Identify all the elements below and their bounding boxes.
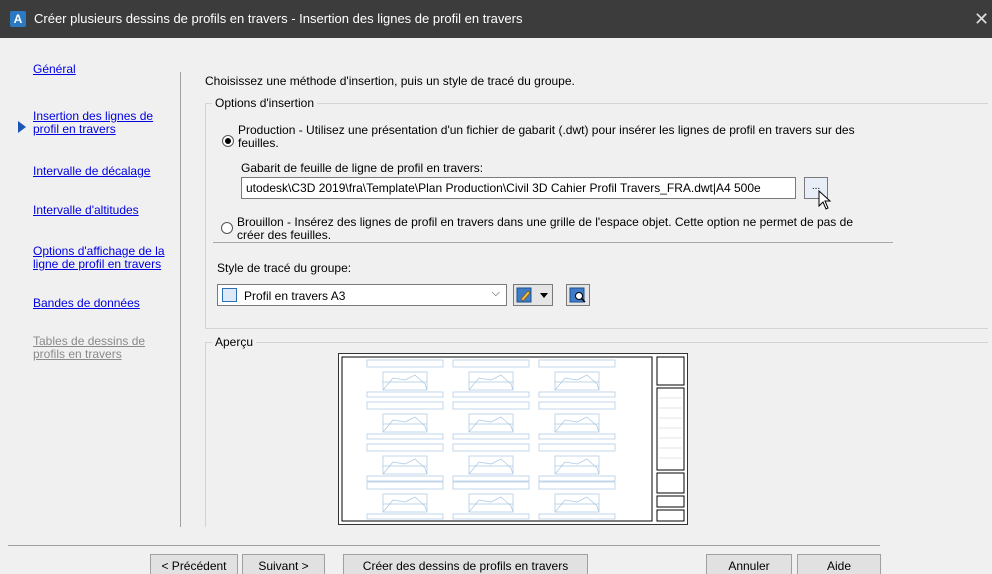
insertion-options-label: Options d'insertion — [212, 96, 318, 110]
sheet-preview — [338, 353, 688, 525]
window-title: Créer plusieurs dessins de profils en tr… — [34, 11, 523, 26]
group-style-label: Style de tracé du groupe: — [217, 261, 352, 275]
template-label: Gabarit de feuille de ligne de profil en… — [241, 161, 484, 175]
create-button[interactable]: Créer des dessins de profils en travers — [343, 554, 588, 574]
edit-style-icon — [516, 287, 548, 303]
close-icon[interactable]: ✕ — [970, 0, 992, 38]
nav-item-display-options[interactable]: Options d'affichage de la ligne de profi… — [33, 245, 173, 271]
nav-item-elevation-interval[interactable]: Intervalle d'altitudes — [33, 204, 178, 217]
options-separator — [213, 242, 893, 243]
group-style-icon — [222, 288, 237, 302]
nav-item-general[interactable]: Général — [33, 63, 178, 76]
chevron-down-icon: ⌵ — [491, 287, 500, 299]
nav-item-section-tables: Tables de dessins de profils en travers — [33, 334, 146, 361]
production-radio[interactable] — [222, 135, 234, 147]
instruction-text: Choisissez une méthode d'insertion, puis… — [205, 74, 575, 88]
group-style-select[interactable]: Profil en travers A3 ⌵ — [217, 284, 507, 306]
title-bar: A Créer plusieurs dessins de profils en … — [0, 0, 992, 38]
nav-item-data-bands[interactable]: Bandes de données — [33, 297, 178, 310]
help-button[interactable]: Aide — [797, 554, 881, 574]
mouse-cursor-icon — [818, 190, 832, 210]
preview-label: Aperçu — [212, 335, 257, 349]
nav-divider — [180, 72, 181, 527]
autocad-app-icon: A — [10, 11, 26, 27]
template-path-input[interactable]: utodesk\C3D 2019\fra\Template\Plan Produ… — [241, 177, 796, 199]
wizard-navigation: Général Insertion des lignes de profil e… — [0, 52, 182, 530]
footer-separator — [8, 545, 880, 546]
magnify-style-icon — [569, 287, 586, 303]
cancel-button[interactable]: Annuler — [706, 554, 792, 574]
draft-label: Brouillon - Insérez des lignes de profil… — [237, 215, 853, 242]
nav-item-insertion[interactable]: Insertion des lignes de profil en traver… — [33, 110, 168, 136]
nav-item-offset-interval[interactable]: Intervalle de décalage — [33, 165, 178, 178]
current-step-arrow-icon — [18, 121, 26, 133]
style-detail-button[interactable] — [566, 284, 590, 306]
previous-button[interactable]: < Précédent — [150, 554, 238, 574]
edit-style-button[interactable] — [513, 284, 553, 306]
group-style-value: Profil en travers A3 — [244, 289, 346, 303]
production-label: Production - Utilisez une présentation d… — [238, 123, 855, 150]
sheet-preview-drawing — [341, 356, 685, 522]
draft-radio[interactable] — [221, 222, 233, 234]
next-button[interactable]: Suivant > — [242, 554, 325, 574]
